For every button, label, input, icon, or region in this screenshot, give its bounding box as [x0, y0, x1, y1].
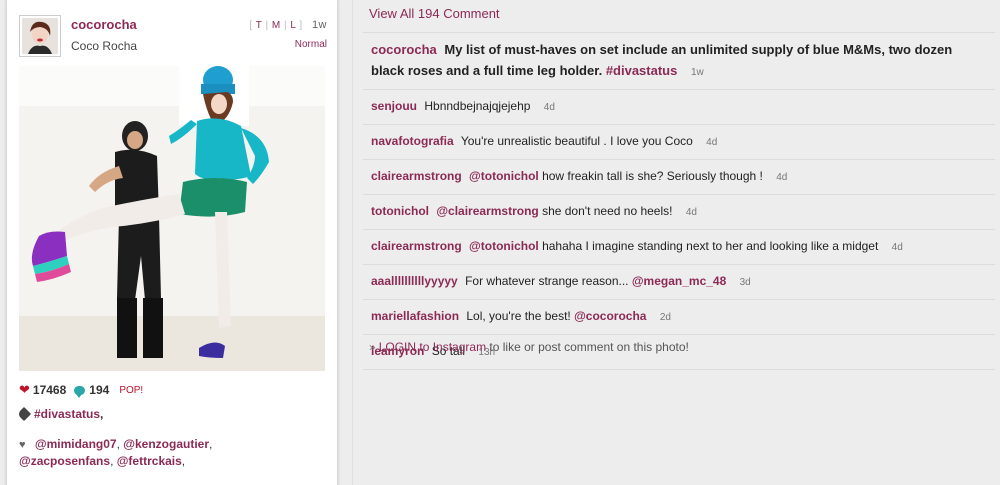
comment-mention[interactable]: @totonichol [469, 239, 539, 253]
photo-illustration [19, 66, 325, 371]
comment-item: clairearmstrong @totonichol how freakin … [363, 159, 995, 194]
comment-text: You're unrealistic beautiful . I love yo… [460, 134, 693, 148]
avatar-image [22, 18, 58, 54]
comment-item: aaallllllllllyyyyy For whatever strange … [363, 264, 995, 299]
comment-username[interactable]: clairearmstrong [371, 169, 462, 183]
comment-item: totonichol @clairearmstrong she don't ne… [363, 194, 995, 229]
caption-time: 1w [690, 67, 704, 78]
comment-time: 4d [685, 207, 697, 218]
comment-time: 4d [543, 102, 555, 113]
comment-list: cocorocha My list of must-haves on set i… [363, 32, 995, 370]
view-link-t[interactable]: T [256, 20, 262, 31]
comment-time: 4d [776, 172, 788, 183]
comment-item: senjouu Hbnndbejnajqjejehp 4d [363, 89, 995, 124]
comment-username[interactable]: navafotografia [371, 134, 454, 148]
comment-text: she don't need no heels! [542, 204, 673, 218]
comment-text: Hbnndbejnajqjejehp [424, 99, 531, 113]
filter-name: Normal [294, 39, 327, 50]
comment-bubble-icon[interactable] [74, 385, 86, 398]
tag-icon [16, 406, 32, 422]
comment-mention[interactable]: @cocorocha [574, 309, 646, 323]
view-size-links: [ T | M | L ] 1w [249, 19, 327, 31]
comment-username[interactable]: aaallllllllllyyyyy [371, 274, 458, 288]
likers-list: ♥ @mimidang07, @kenzogautier, @zacposenf… [19, 437, 213, 468]
comment-item: navafotografia You're unrealistic beauti… [363, 124, 995, 159]
login-text: to like or post comment on this photo! [489, 340, 689, 354]
comment-time: 4d [891, 242, 903, 253]
comments-panel: View All 194 Comment cocorocha My list o… [352, 0, 1000, 485]
comment-text: Lol, you're the best! [466, 309, 571, 323]
avatar[interactable] [19, 15, 61, 57]
login-arrow: » [369, 340, 376, 354]
comment-mention[interactable]: @clairearmstrong [436, 204, 538, 218]
comment-time: 3d [739, 277, 751, 288]
comment-mention[interactable]: @totonichol [469, 169, 539, 183]
photo-card: cocorocha Coco Rocha [ T | M | L ] 1w No… [6, 0, 338, 485]
post-tags: #divastatus, [16, 406, 103, 422]
login-link[interactable]: LOGIN to Instagram [379, 340, 486, 354]
view-link-l[interactable]: L [290, 20, 296, 31]
pop-badge: POP! [119, 384, 144, 396]
comment-text: For whatever strange reason... [465, 274, 629, 288]
liker-link[interactable]: @zacposenfans [19, 454, 110, 468]
liker-link[interactable]: @mimidang07 [35, 437, 117, 451]
caption-hashtag[interactable]: #divastatus [606, 63, 678, 78]
liker-link[interactable]: @fettrckais [117, 454, 182, 468]
view-all-comments-link[interactable]: View All 194 Comment [369, 6, 500, 21]
small-heart-icon: ♥ [19, 439, 26, 451]
post-time-ago: 1w [311, 19, 327, 31]
caption-item: cocorocha My list of must-haves on set i… [363, 32, 995, 89]
post-username[interactable]: cocorocha [71, 17, 137, 32]
login-prompt: » LOGIN to Instagram to like or post comm… [369, 340, 689, 354]
comment-time: 2d [659, 312, 671, 323]
liker-link[interactable]: @kenzogautier [123, 437, 209, 451]
comment-username[interactable]: clairearmstrong [371, 239, 462, 253]
post-stats: ❤ 17468 194 POP! [19, 382, 143, 398]
comment-mention[interactable]: @megan_mc_48 [632, 274, 726, 288]
comment-username[interactable]: senjouu [371, 99, 417, 113]
post-photo[interactable] [19, 66, 325, 371]
post-full-name: Coco Rocha [71, 39, 138, 53]
comment-time: 4d [706, 137, 718, 148]
caption-username[interactable]: cocorocha [371, 42, 437, 57]
comment-text: hahaha I imagine standing next to her an… [542, 239, 879, 253]
tag-link[interactable]: #divastatus [34, 407, 100, 421]
comment-item: clairearmstrong @totonichol hahaha I ima… [363, 229, 995, 264]
view-link-m[interactable]: M [272, 20, 281, 31]
likes-count: 17468 [32, 383, 67, 397]
heart-icon[interactable]: ❤ [19, 382, 30, 398]
comment-text: how freakin tall is she? Seriously thoug… [542, 169, 763, 183]
comments-count: 194 [89, 383, 110, 397]
comment-username[interactable]: mariellafashion [371, 309, 459, 323]
comment-item: mariellafashion Lol, you're the best! @c… [363, 299, 995, 334]
comment-username[interactable]: totonichol [371, 204, 429, 218]
